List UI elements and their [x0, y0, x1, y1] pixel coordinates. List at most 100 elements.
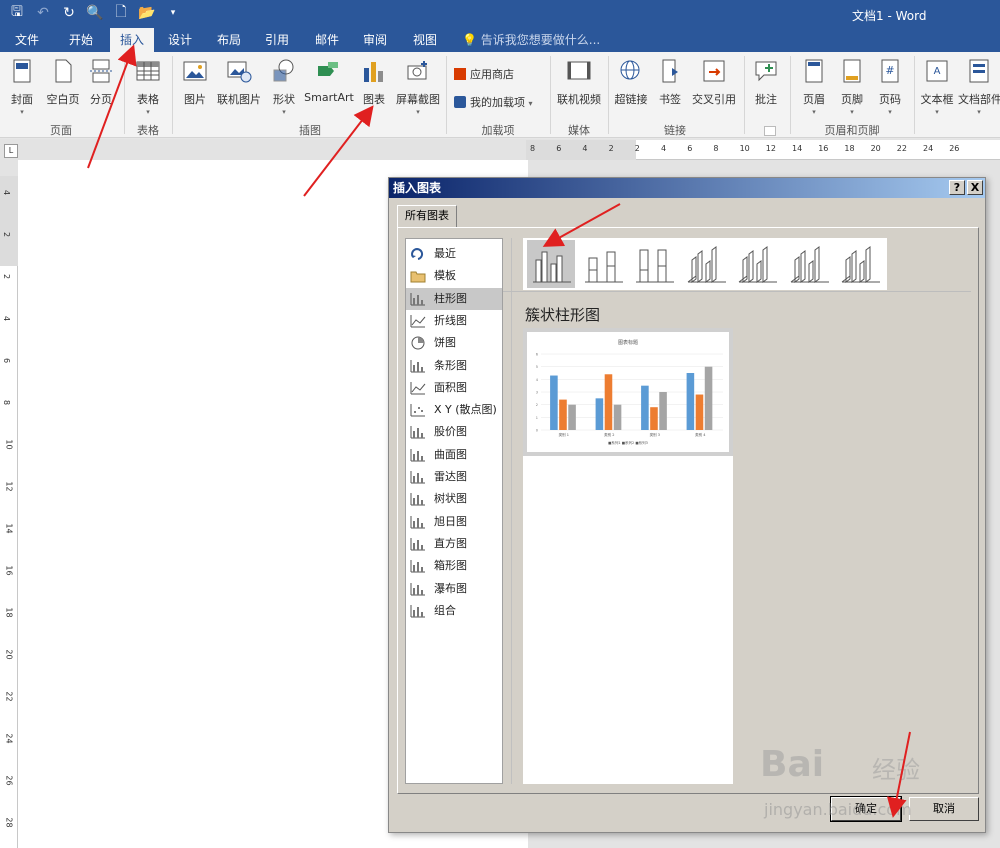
area-chart-icon — [410, 381, 426, 395]
ruler-tick: 26 — [949, 144, 960, 153]
tab-insert[interactable]: 插入 — [110, 28, 154, 52]
picture-button[interactable]: 图片 — [180, 58, 210, 107]
clustered-column-icon[interactable] — [527, 240, 575, 288]
new-doc-icon[interactable]: 🗋 — [110, 3, 132, 23]
tab-review[interactable]: 审阅 — [354, 28, 396, 52]
shapes-button[interactable]: 形状 ▾ — [268, 58, 300, 116]
cross-reference-button[interactable]: 交叉引用 — [690, 58, 738, 107]
3d-stacked-column-icon[interactable] — [733, 240, 781, 288]
chart-category-item[interactable]: 股价图 — [406, 421, 502, 443]
surface-chart-icon — [410, 448, 425, 462]
bookmark-button[interactable]: 书签 — [654, 58, 686, 107]
chart-category-item[interactable]: 旭日图 — [406, 511, 502, 533]
page-number-button[interactable]: # 页码 ▾ — [874, 58, 906, 116]
ruler-tick: 14 — [792, 144, 803, 153]
open-icon[interactable]: 📂 — [136, 3, 158, 23]
3d-clustered-column-icon[interactable] — [682, 240, 730, 288]
chart-category-item[interactable]: 组合 — [406, 600, 502, 622]
insert-chart-dialog: 插入图表 ? X 所有图表 最近 模板 柱形图 折线图 饼图 条形图 面积图 X Y (散点图… — [388, 177, 986, 833]
group-label-links: 链接 — [664, 124, 686, 137]
textbox-button[interactable]: A 文本框 ▾ — [918, 58, 956, 116]
lightbulb-icon: 💡 — [462, 33, 477, 47]
chart-category-item[interactable]: 折线图 — [406, 310, 502, 332]
header-button[interactable]: 页眉 ▾ — [798, 58, 830, 116]
chart-category-item[interactable]: 最近 — [406, 243, 502, 265]
table-button[interactable]: 表格 ▾ — [132, 58, 164, 116]
stacked-column-icon[interactable] — [579, 240, 627, 288]
watermark: Bai 经验 jingyan.baidu.com — [760, 740, 990, 830]
tab-file[interactable]: 文件 — [6, 28, 48, 52]
cover-page-button[interactable]: 封面 ▾ — [6, 58, 38, 116]
chart-category-item[interactable]: 直方图 — [406, 533, 502, 555]
ruler-tick: 20 — [870, 144, 881, 153]
tab-design[interactable]: 设计 — [160, 28, 200, 52]
chart-category-item[interactable]: 柱形图 — [406, 287, 502, 310]
x-tick-label: 类别 1 — [559, 432, 569, 437]
screenshot-button[interactable]: 屏幕截图 ▾ — [394, 58, 442, 116]
my-addins-button[interactable]: 我的加载项 ▾ — [454, 94, 533, 110]
group-label-header-footer: 页眉和页脚 — [824, 124, 880, 137]
chart-category-item[interactable]: 饼图 — [406, 332, 502, 354]
3d-100-stacked-column-icon[interactable] — [785, 240, 833, 288]
save-icon[interactable]: 🖫 — [6, 3, 28, 23]
chart-category-item[interactable]: 树状图 — [406, 488, 502, 510]
group-separator — [744, 56, 745, 134]
chart-category-item[interactable]: 箱形图 — [406, 555, 502, 577]
footer-icon — [843, 59, 861, 83]
chart-category-item[interactable]: 条形图 — [406, 355, 502, 377]
tab-layout[interactable]: 布局 — [208, 28, 250, 52]
ruler-tick: 4 — [2, 315, 12, 322]
ruler-tick: 8 — [530, 144, 536, 153]
y-tick-label: 5 — [536, 365, 538, 369]
vertical-ruler[interactable]: 4 2 2 4 6 8 10 12 14 16 18 20 22 24 26 28 — [0, 176, 18, 848]
hyperlink-icon — [620, 60, 640, 80]
title-bar: 🖫 ↶ ↻ 🔍 🗋 📂 ▾ 文档1 - Word — [0, 0, 1000, 28]
x-tick-label: 类别 2 — [604, 432, 614, 437]
tab-home[interactable]: 开始 — [60, 28, 102, 52]
chart-category-item[interactable]: 瀑布图 — [406, 578, 502, 600]
online-picture-button[interactable]: 联机图片 — [214, 58, 264, 107]
print-preview-icon[interactable]: 🔍 — [84, 3, 106, 23]
chart-category-label: 树状图 — [434, 492, 467, 506]
chart-category-item[interactable]: 面积图 — [406, 377, 502, 399]
chart-category-item[interactable]: 雷达图 — [406, 466, 502, 488]
store-button[interactable]: 应用商店 — [454, 66, 514, 82]
doc-parts-button[interactable]: 文档部件 ▾ — [958, 58, 1000, 116]
chart-preview[interactable]: 图表标题 0 1 2 3 4 5 6 类别 1 类别 2 类别 3 类别 4 ■系列1 ■系列2 ■系列… — [523, 328, 733, 456]
comment-button[interactable]: 批注 — [750, 58, 782, 107]
3d-stacked-column-icon-graphic — [738, 246, 777, 283]
chart-bar — [641, 385, 649, 430]
tab-mailings[interactable]: 邮件 — [306, 28, 348, 52]
smartart-button[interactable]: SmartArt — [304, 58, 354, 104]
chart-category-item[interactable]: 模板 — [406, 265, 502, 287]
tab-stop-selector[interactable]: L — [4, 144, 18, 158]
chart-subtype-row — [523, 238, 887, 290]
footer-button[interactable]: 页脚 ▾ — [836, 58, 868, 116]
redo-icon[interactable]: ↻ — [58, 3, 80, 23]
comments-group-launcher[interactable] — [764, 126, 776, 136]
online-video-button[interactable]: 联机视频 — [554, 58, 604, 107]
hyperlink-button[interactable]: 超链接 — [612, 58, 650, 107]
tab-all-charts[interactable]: 所有图表 — [397, 205, 457, 227]
chart-category-item[interactable]: X Y (散点图) — [406, 399, 502, 421]
chart-icon — [364, 62, 383, 82]
ruler-tick: 22 — [4, 691, 14, 702]
tab-view[interactable]: 视图 — [404, 28, 446, 52]
close-button[interactable]: X — [967, 180, 983, 195]
undo-icon[interactable]: ↶ — [32, 3, 54, 23]
help-button[interactable]: ? — [949, 180, 965, 195]
100-stacked-column-icon[interactable] — [630, 240, 678, 288]
chart-button[interactable]: 图表 — [358, 58, 390, 107]
chart-bar — [604, 374, 613, 430]
chart-category-item[interactable]: 曲面图 — [406, 444, 502, 466]
page-break-button[interactable]: 分页 — [86, 58, 116, 107]
horizontal-ruler[interactable]: 8 6 4 2 2 4 6 8 10 12 14 16 18 20 22 24 26 — [526, 140, 1000, 160]
tab-references[interactable]: 引用 — [256, 28, 298, 52]
smartart-icon — [318, 62, 338, 76]
3d-column-icon[interactable] — [836, 240, 884, 288]
stacked-column-icon-graphic — [584, 251, 623, 283]
blank-page-button[interactable]: 空白页 — [44, 58, 82, 107]
tell-me-box[interactable]: 💡 告诉我您想要做什么... — [462, 28, 600, 52]
customize-icon[interactable]: ▾ — [162, 3, 184, 23]
group-label-illustrations: 插图 — [299, 124, 321, 137]
